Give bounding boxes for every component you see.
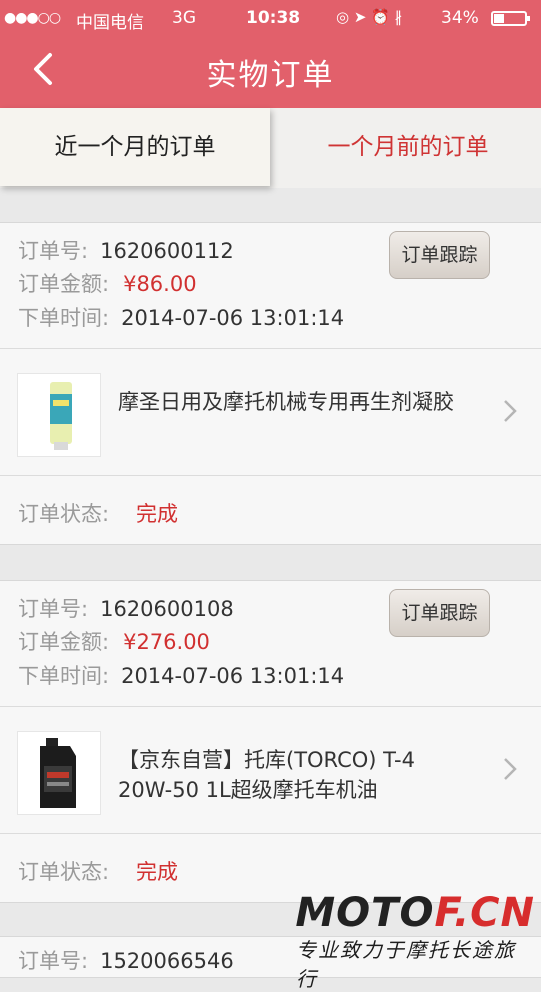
order-status-label: 订单状态: xyxy=(18,860,110,884)
nav-bar: 实物订单 xyxy=(0,36,541,108)
order-amount: ¥276.00 xyxy=(123,630,210,654)
order-number: 1620600112 xyxy=(100,239,234,263)
signal-strength: ●●●○○ xyxy=(4,10,61,26)
order-time-row: 下单时间: 2014-07-06 13:01:14 xyxy=(18,660,344,690)
order-number-row: 订单号: 1620600108 xyxy=(18,593,234,623)
chevron-right-icon xyxy=(504,400,517,422)
order-tabs: 近一个月的订单 一个月前的订单 xyxy=(0,108,541,188)
order-status-label: 订单状态: xyxy=(18,502,110,526)
battery-icon xyxy=(491,11,530,26)
order-amount: ¥86.00 xyxy=(123,272,197,296)
chevron-right-icon xyxy=(504,758,517,780)
order-time-label: 下单时间: xyxy=(18,306,110,330)
order-header: 订单号: 1620600112 订单金额: ¥86.00 下单时间: 2014-07-… xyxy=(0,223,541,349)
tab-recent-month[interactable]: 近一个月的订单 xyxy=(0,108,270,186)
track-order-button[interactable]: 订单跟踪 xyxy=(389,231,490,279)
carrier-name: 中国电信 xyxy=(76,13,144,33)
order-time: 2014-07-06 13:01:14 xyxy=(121,306,345,330)
order-number-label: 订单号: xyxy=(18,239,89,263)
order-number: 1520066546 xyxy=(100,949,234,973)
order-card: 订单号: 1620600108 订单金额: ¥276.00 下单时间: 2014-07… xyxy=(0,580,541,903)
watermark: MOTOF.CN 专业致力于摩托长途旅行 xyxy=(295,890,541,991)
clock: 10:38 xyxy=(246,8,301,28)
order-status: 完成 xyxy=(136,502,178,526)
order-number-row: 订单号: 1520066546 xyxy=(18,945,234,975)
product-item[interactable]: 摩圣日用及摩托机械专用再生剂凝胶 xyxy=(0,349,541,476)
order-amount-label: 订单金额: xyxy=(18,630,110,654)
order-header: 订单号: 1620600108 订单金额: ¥276.00 下单时间: 2014-07… xyxy=(0,581,541,707)
order-status: 完成 xyxy=(136,860,178,884)
product-name: 摩圣日用及摩托机械专用再生剂凝胶 xyxy=(118,390,454,414)
order-card: 订单号: 1620600112 订单金额: ¥86.00 下单时间: 2014-07-… xyxy=(0,222,541,545)
order-number-row: 订单号: 1620600112 xyxy=(18,235,234,265)
oil-bottle-image xyxy=(40,738,76,808)
order-number-label: 订单号: xyxy=(18,949,89,973)
order-time-row: 下单时间: 2014-07-06 13:01:14 xyxy=(18,302,344,332)
status-icons: ◎ ➤ ⏰ ∦ xyxy=(336,8,403,26)
watermark-logo: MOTOF.CN xyxy=(295,890,535,936)
product-thumbnail xyxy=(17,373,101,457)
product-thumbnail xyxy=(17,731,101,815)
gel-tube-image xyxy=(50,382,72,450)
track-order-button[interactable]: 订单跟踪 xyxy=(389,589,490,637)
page-title: 实物订单 xyxy=(206,58,335,93)
product-item[interactable]: 【京东自营】托库(TORCO) T-4 20W-50 1L超级摩托车机油 xyxy=(0,707,541,834)
battery-percent: 34% xyxy=(441,8,479,28)
network-type: 3G xyxy=(172,8,196,28)
order-time: 2014-07-06 13:01:14 xyxy=(121,664,345,688)
order-status-row: 订单状态: 完成 xyxy=(0,476,541,544)
order-amount-row: 订单金额: ¥276.00 xyxy=(18,626,210,656)
order-amount-label: 订单金额: xyxy=(18,272,110,296)
status-bar: ●●●○○ 中国电信 3G 10:38 ◎ ➤ ⏰ ∦ 34% xyxy=(0,0,541,36)
order-number-label: 订单号: xyxy=(18,597,89,621)
watermark-tagline: 专业致力于摩托长途旅行 xyxy=(296,938,516,991)
order-time-label: 下单时间: xyxy=(18,664,110,688)
tab-older-orders[interactable]: 一个月前的订单 xyxy=(273,108,541,186)
product-name: 【京东自营】托库(TORCO) T-4 20W-50 1L超级摩托车机油 xyxy=(118,748,415,802)
order-number: 1620600108 xyxy=(100,597,234,621)
order-amount-row: 订单金额: ¥86.00 xyxy=(18,268,197,298)
